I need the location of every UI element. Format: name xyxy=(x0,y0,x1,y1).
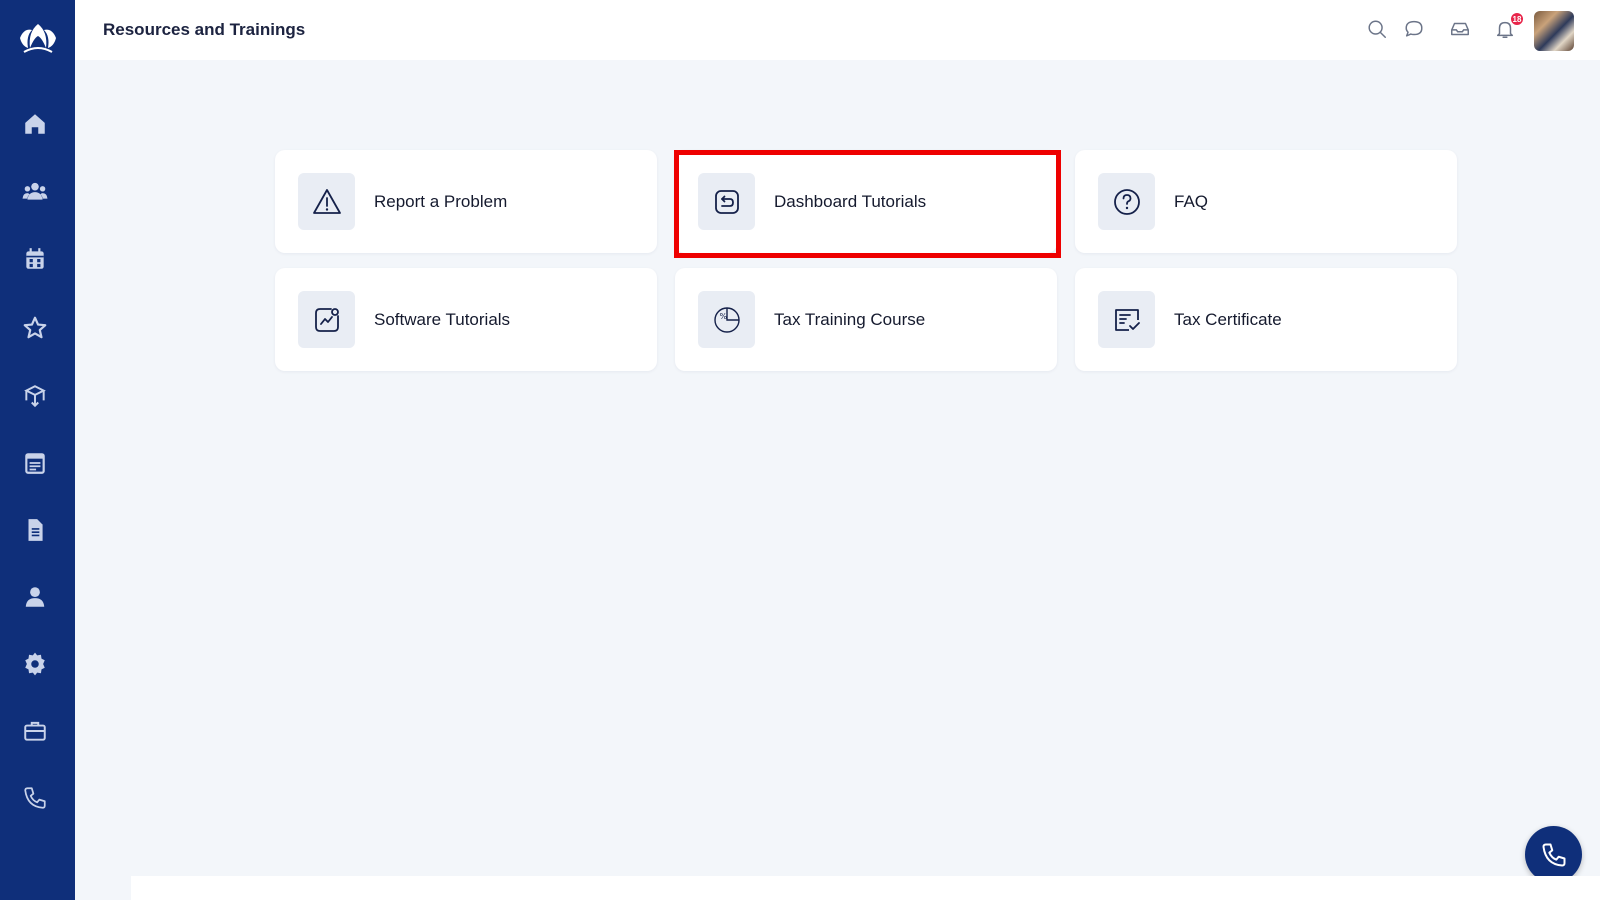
return-icon xyxy=(714,189,739,214)
call-button[interactable] xyxy=(1525,826,1582,883)
card-label: FAQ xyxy=(1174,191,1209,211)
card-label: Tax Certificate xyxy=(1174,309,1282,329)
document-icon xyxy=(28,519,43,541)
certificate-icon xyxy=(1114,308,1140,331)
card-label: Dashboard Tutorials xyxy=(774,191,927,211)
calendar-icon xyxy=(26,248,44,269)
page-title: Resources and Trainings xyxy=(103,20,306,39)
avatar[interactable] xyxy=(1534,11,1574,51)
inbox-icon xyxy=(1451,22,1469,36)
card-label: Software Tutorials xyxy=(374,309,511,329)
inbox-button[interactable] xyxy=(1447,16,1473,42)
star-icon xyxy=(23,316,47,339)
messages-button[interactable] xyxy=(1401,16,1427,42)
card-dashboard-tutorials[interactable]: Dashboard Tutorials xyxy=(675,150,1057,253)
footer xyxy=(131,876,1600,900)
notifications-button[interactable]: 18 xyxy=(1492,12,1524,42)
notification-badge: 18 xyxy=(1510,12,1524,26)
percent-icon: % xyxy=(713,306,740,333)
user-icon xyxy=(25,587,45,607)
sidebar-item-calendar[interactable] xyxy=(18,242,52,276)
logo-icon[interactable] xyxy=(14,16,62,60)
card-faq[interactable]: FAQ xyxy=(1075,150,1457,253)
gear-icon xyxy=(25,652,45,676)
sidebar xyxy=(0,0,75,900)
phone-icon xyxy=(24,787,46,809)
sidebar-item-home[interactable] xyxy=(18,107,52,141)
users-icon xyxy=(22,182,48,200)
sidebar-item-schedule[interactable] xyxy=(18,446,52,480)
home-icon xyxy=(25,114,45,134)
sidebar-item-packages[interactable] xyxy=(18,379,52,413)
svg-text:%: % xyxy=(719,312,727,321)
card-label: Tax Training Course xyxy=(774,309,926,329)
box-icon xyxy=(24,385,46,408)
chat-icon xyxy=(1405,20,1423,37)
top-bar: Resources and Trainings 18 xyxy=(75,0,1600,60)
card-tax-training-course[interactable]: % Tax Training Course xyxy=(675,268,1057,371)
card-tax-certificate[interactable]: Tax Certificate xyxy=(1075,268,1457,371)
briefcase-icon xyxy=(24,721,46,741)
sidebar-item-jobs[interactable] xyxy=(18,714,52,748)
card-label: Report a Problem xyxy=(374,191,508,211)
question-icon xyxy=(1113,188,1140,215)
sidebar-item-profile[interactable] xyxy=(18,580,52,614)
search-icon xyxy=(1368,20,1386,38)
phone-icon xyxy=(1542,843,1565,866)
card-report-a-problem[interactable]: Report a Problem xyxy=(275,150,657,253)
card-software-tutorials[interactable]: Software Tutorials xyxy=(275,268,657,371)
sidebar-item-documents[interactable] xyxy=(18,513,52,547)
sidebar-item-settings[interactable] xyxy=(18,647,52,681)
sidebar-item-calls[interactable] xyxy=(18,781,52,815)
sidebar-item-users[interactable] xyxy=(18,174,52,208)
warning-icon xyxy=(312,188,341,214)
chart-icon xyxy=(314,307,339,332)
search-button[interactable] xyxy=(1364,16,1390,42)
schedule-icon xyxy=(25,453,45,474)
sidebar-item-favorites[interactable] xyxy=(18,311,52,345)
